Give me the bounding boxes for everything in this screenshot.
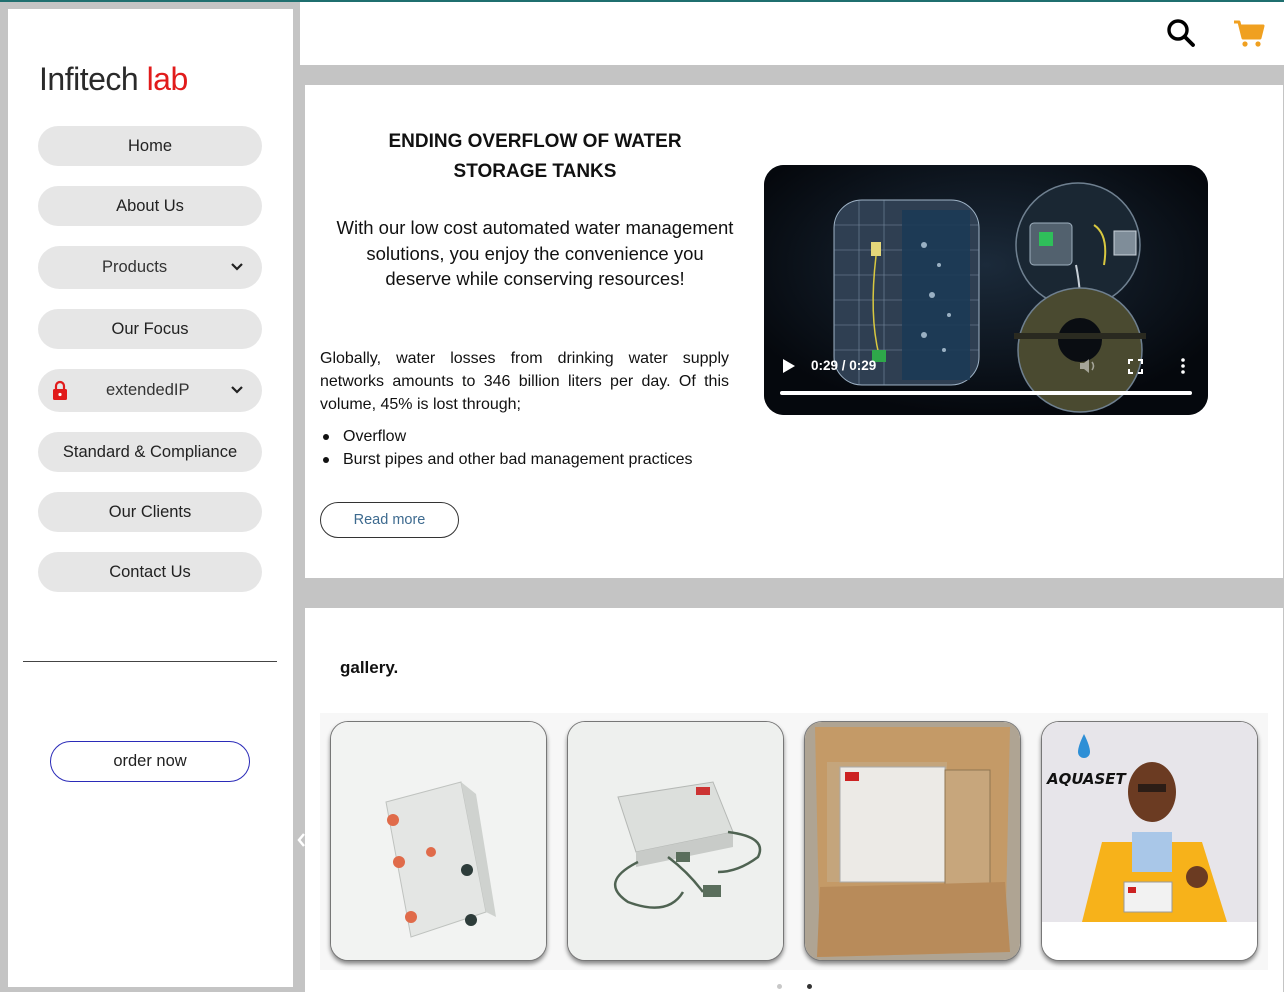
play-icon[interactable] (782, 358, 796, 374)
sidebar-item-standard-compliance[interactable]: Standard & Compliance (38, 432, 262, 472)
sidebar-item-about-us[interactable]: About Us (38, 186, 262, 226)
video-frame-image (764, 165, 1208, 415)
hero-section: ENDING OVERFLOW OF WATER STORAGE TANKS W… (305, 85, 1283, 578)
gallery-card[interactable] (330, 721, 547, 961)
search-icon[interactable] (1166, 18, 1196, 48)
product-image: AQUASET (1042, 722, 1257, 960)
gallery-card[interactable] (804, 721, 1021, 961)
gallery-card[interactable]: AQUASET (1041, 721, 1258, 961)
sidebar-item-products[interactable]: Products (38, 246, 262, 289)
list-item: Overflow (320, 425, 693, 448)
video-time: 0:29 / 0:29 (811, 358, 877, 373)
hero-subtitle: With our low cost automated water manage… (336, 217, 734, 289)
sidebar-item-label: Home (127, 136, 172, 155)
volume-icon[interactable] (1079, 358, 1097, 374)
sidebar-item-our-clients[interactable]: Our Clients (38, 492, 262, 532)
fullscreen-icon[interactable] (1128, 359, 1143, 374)
carousel-dot-1[interactable] (777, 984, 782, 989)
hero-title: ENDING OVERFLOW OF WATER STORAGE TANKS (388, 131, 682, 182)
sidebar-item-label: Standard & Compliance (62, 442, 238, 461)
aquaset-brand-text: AQUASET (1046, 770, 1128, 788)
chevron-down-icon (231, 386, 243, 394)
order-now-button[interactable]: order now (50, 741, 250, 782)
product-video-player[interactable]: 0:29 / 0:29 (764, 165, 1208, 415)
top-header (300, 2, 1284, 65)
gallery-title: gallery. (340, 658, 399, 677)
read-more-button[interactable]: Read more (320, 502, 459, 538)
product-image (331, 722, 546, 960)
product-image (568, 722, 783, 960)
lock-icon (53, 380, 67, 400)
list-item: Burst pipes and other bad management pra… (320, 448, 693, 471)
video-progress-bar[interactable] (780, 391, 1192, 395)
more-options-icon[interactable] (1181, 358, 1185, 374)
sidebar-item-contact-us[interactable]: Contact Us (38, 552, 262, 592)
brand-name-part1: Infitech (39, 61, 139, 97)
cart-icon[interactable] (1233, 20, 1265, 48)
sidebar-divider (23, 661, 277, 662)
gallery-section: gallery. AQUASET (305, 608, 1283, 992)
sidebar-item-extendedip[interactable]: extendedIP (38, 369, 262, 412)
chevron-down-icon (231, 263, 243, 271)
carousel-dot-2-active[interactable] (807, 984, 812, 989)
sidebar-item-home[interactable]: Home (38, 126, 262, 166)
brand-name-part2: lab (146, 61, 189, 97)
sidebar-item-label: Our Focus (111, 319, 189, 338)
product-image (805, 722, 1020, 960)
sidebar-item-label: Our Clients (108, 502, 192, 521)
hero-body-text: Globally, water losses from drinking wat… (320, 350, 729, 413)
carousel-prev-arrow-icon[interactable] (297, 830, 305, 850)
sidebar: Infitech lab Home About Us Products Our … (8, 9, 293, 987)
sidebar-item-our-focus[interactable]: Our Focus (38, 309, 262, 349)
gallery-card[interactable] (567, 721, 784, 961)
brand-logo[interactable]: Infitech lab (39, 61, 188, 98)
sidebar-item-label: Contact Us (109, 562, 191, 581)
sidebar-item-label: About Us (116, 196, 184, 215)
sidebar-item-label: extendedIP (106, 381, 190, 399)
sidebar-item-label: Products (102, 258, 168, 276)
hero-bullet-list: Overflow Burst pipes and other bad manag… (320, 425, 693, 471)
